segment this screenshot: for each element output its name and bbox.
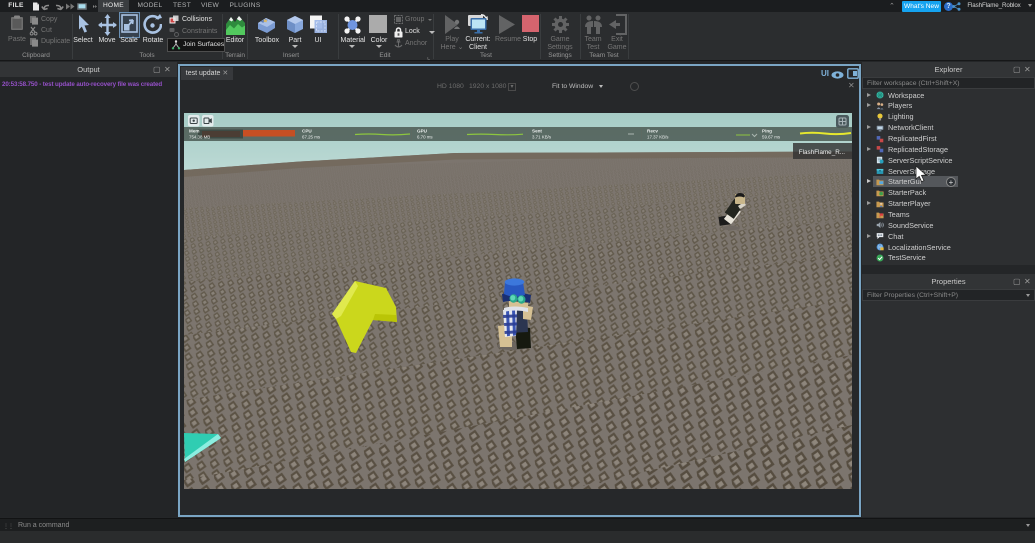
svg-text:Sent: Sent [532,129,542,134]
svg-text:3.71 KB/s: 3.71 KB/s [532,135,552,140]
svg-text:Recv: Recv [647,129,658,134]
svg-text:FlashFlame_R...: FlashFlame_R... [799,149,845,156]
svg-text:Ping: Ping [762,129,772,134]
svg-text:17.37 KB/s: 17.37 KB/s [647,135,669,140]
svg-text:754.38 MB: 754.38 MB [189,135,210,140]
svg-text:CPU: CPU [302,129,312,134]
svg-text:Mem: Mem [189,129,199,134]
svg-text:GPU: GPU [417,129,428,134]
svg-text:6.70 ms: 6.70 ms [417,135,433,140]
svg-text:59.67 ms: 59.67 ms [762,135,781,140]
svg-text:67.25 ms: 67.25 ms [302,135,321,140]
